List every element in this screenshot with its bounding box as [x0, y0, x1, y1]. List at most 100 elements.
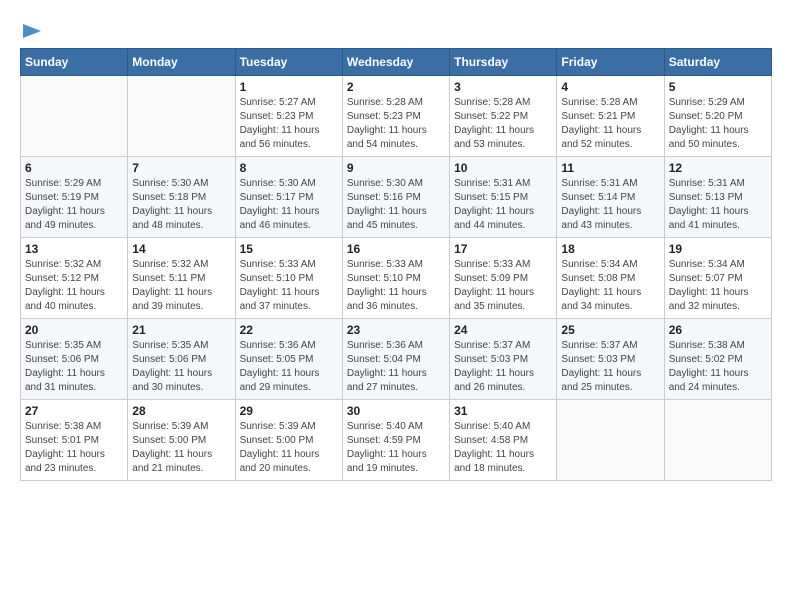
calendar-cell: 2 Sunrise: 5:28 AM Sunset: 5:23 PM Daylig…	[342, 76, 449, 157]
day-number: 18	[561, 242, 659, 256]
day-number: 1	[240, 80, 338, 94]
day-number: 16	[347, 242, 445, 256]
day-info: Sunrise: 5:27 AM Sunset: 5:23 PM Dayligh…	[240, 96, 338, 152]
calendar-cell: 6Sunrise: 5:29 AM Sunset: 5:19 PM Daylig…	[21, 157, 128, 238]
calendar-cell: 12 Sunrise: 5:31 AM Sunset: 5:13 PM Dayli…	[664, 157, 771, 238]
calendar-cell: 26 Sunrise: 5:38 AM Sunset: 5:02 PM Dayli…	[664, 319, 771, 400]
calendar-cell: 24 Sunrise: 5:37 AM Sunset: 5:03 PM Dayli…	[450, 319, 557, 400]
calendar-cell: 10 Sunrise: 5:31 AM Sunset: 5:15 PM Dayli…	[450, 157, 557, 238]
day-info: Sunrise: 5:35 AM Sunset: 5:06 PM Dayligh…	[132, 339, 230, 395]
day-info: Sunrise: 5:33 AM Sunset: 5:10 PM Dayligh…	[347, 258, 445, 314]
calendar-cell: 21 Sunrise: 5:35 AM Sunset: 5:06 PM Dayli…	[128, 319, 235, 400]
calendar-cell: 4 Sunrise: 5:28 AM Sunset: 5:21 PM Daylig…	[557, 76, 664, 157]
day-info: Sunrise: 5:38 AM Sunset: 5:01 PM Dayligh…	[25, 420, 123, 476]
day-info: Sunrise: 5:31 AM Sunset: 5:14 PM Dayligh…	[561, 177, 659, 233]
day-number: 4	[561, 80, 659, 94]
day-info: Sunrise: 5:30 AM Sunset: 5:18 PM Dayligh…	[132, 177, 230, 233]
calendar-cell: 28 Sunrise: 5:39 AM Sunset: 5:00 PM Dayli…	[128, 400, 235, 481]
calendar-cell: 5Sunrise: 5:29 AM Sunset: 5:20 PM Daylig…	[664, 76, 771, 157]
day-number: 12	[669, 161, 767, 175]
calendar-cell: 8Sunrise: 5:30 AM Sunset: 5:17 PM Daylig…	[235, 157, 342, 238]
day-info: Sunrise: 5:34 AM Sunset: 5:07 PM Dayligh…	[669, 258, 767, 314]
day-info: Sunrise: 5:37 AM Sunset: 5:03 PM Dayligh…	[454, 339, 552, 395]
day-info: Sunrise: 5:39 AM Sunset: 5:00 PM Dayligh…	[240, 420, 338, 476]
calendar-cell: 16 Sunrise: 5:33 AM Sunset: 5:10 PM Dayli…	[342, 238, 449, 319]
calendar-week-row: 6Sunrise: 5:29 AM Sunset: 5:19 PM Daylig…	[21, 157, 772, 238]
day-info: Sunrise: 5:30 AM Sunset: 5:17 PM Dayligh…	[240, 177, 338, 233]
day-info: Sunrise: 5:32 AM Sunset: 5:12 PM Dayligh…	[25, 258, 123, 314]
day-info: Sunrise: 5:33 AM Sunset: 5:09 PM Dayligh…	[454, 258, 552, 314]
day-number: 20	[25, 323, 123, 337]
weekday-header-saturday: Saturday	[664, 49, 771, 76]
calendar-cell: 19 Sunrise: 5:34 AM Sunset: 5:07 PM Dayli…	[664, 238, 771, 319]
day-number: 7	[132, 161, 230, 175]
day-info: Sunrise: 5:28 AM Sunset: 5:23 PM Dayligh…	[347, 96, 445, 152]
day-info: Sunrise: 5:31 AM Sunset: 5:13 PM Dayligh…	[669, 177, 767, 233]
calendar-cell: 14 Sunrise: 5:32 AM Sunset: 5:11 PM Dayli…	[128, 238, 235, 319]
calendar-cell	[128, 76, 235, 157]
day-info: Sunrise: 5:34 AM Sunset: 5:08 PM Dayligh…	[561, 258, 659, 314]
weekday-header-tuesday: Tuesday	[235, 49, 342, 76]
weekday-header-sunday: Sunday	[21, 49, 128, 76]
day-info: Sunrise: 5:31 AM Sunset: 5:15 PM Dayligh…	[454, 177, 552, 233]
calendar-cell: 11 Sunrise: 5:31 AM Sunset: 5:14 PM Dayli…	[557, 157, 664, 238]
calendar-cell: 20 Sunrise: 5:35 AM Sunset: 5:06 PM Dayli…	[21, 319, 128, 400]
page-header	[20, 20, 772, 38]
day-number: 14	[132, 242, 230, 256]
day-info: Sunrise: 5:40 AM Sunset: 4:59 PM Dayligh…	[347, 420, 445, 476]
day-number: 28	[132, 404, 230, 418]
day-info: Sunrise: 5:28 AM Sunset: 5:21 PM Dayligh…	[561, 96, 659, 152]
calendar-cell: 31 Sunrise: 5:40 AM Sunset: 4:58 PM Dayli…	[450, 400, 557, 481]
day-number: 5	[669, 80, 767, 94]
calendar-cell: 30 Sunrise: 5:40 AM Sunset: 4:59 PM Dayli…	[342, 400, 449, 481]
day-info: Sunrise: 5:37 AM Sunset: 5:03 PM Dayligh…	[561, 339, 659, 395]
calendar-week-row: 20 Sunrise: 5:35 AM Sunset: 5:06 PM Dayli…	[21, 319, 772, 400]
calendar-cell: 15 Sunrise: 5:33 AM Sunset: 5:10 PM Dayli…	[235, 238, 342, 319]
weekday-header-thursday: Thursday	[450, 49, 557, 76]
day-number: 6	[25, 161, 123, 175]
day-number: 30	[347, 404, 445, 418]
day-number: 3	[454, 80, 552, 94]
calendar-cell: 18 Sunrise: 5:34 AM Sunset: 5:08 PM Dayli…	[557, 238, 664, 319]
day-number: 11	[561, 161, 659, 175]
day-number: 21	[132, 323, 230, 337]
logo-arrow-icon	[21, 20, 43, 42]
calendar-cell: 7 Sunrise: 5:30 AM Sunset: 5:18 PM Daylig…	[128, 157, 235, 238]
weekday-header-wednesday: Wednesday	[342, 49, 449, 76]
day-number: 22	[240, 323, 338, 337]
calendar-cell	[664, 400, 771, 481]
day-number: 10	[454, 161, 552, 175]
calendar-week-row: 27Sunrise: 5:38 AM Sunset: 5:01 PM Dayli…	[21, 400, 772, 481]
calendar-cell: 3 Sunrise: 5:28 AM Sunset: 5:22 PM Daylig…	[450, 76, 557, 157]
day-info: Sunrise: 5:35 AM Sunset: 5:06 PM Dayligh…	[25, 339, 123, 395]
calendar-cell: 1 Sunrise: 5:27 AM Sunset: 5:23 PM Daylig…	[235, 76, 342, 157]
calendar-cell: 13 Sunrise: 5:32 AM Sunset: 5:12 PM Dayli…	[21, 238, 128, 319]
day-number: 24	[454, 323, 552, 337]
calendar-week-row: 13 Sunrise: 5:32 AM Sunset: 5:12 PM Dayli…	[21, 238, 772, 319]
day-info: Sunrise: 5:28 AM Sunset: 5:22 PM Dayligh…	[454, 96, 552, 152]
logo	[20, 20, 43, 38]
weekday-header-monday: Monday	[128, 49, 235, 76]
day-number: 15	[240, 242, 338, 256]
day-info: Sunrise: 5:36 AM Sunset: 5:05 PM Dayligh…	[240, 339, 338, 395]
day-info: Sunrise: 5:38 AM Sunset: 5:02 PM Dayligh…	[669, 339, 767, 395]
day-info: Sunrise: 5:39 AM Sunset: 5:00 PM Dayligh…	[132, 420, 230, 476]
day-info: Sunrise: 5:32 AM Sunset: 5:11 PM Dayligh…	[132, 258, 230, 314]
day-info: Sunrise: 5:33 AM Sunset: 5:10 PM Dayligh…	[240, 258, 338, 314]
day-number: 29	[240, 404, 338, 418]
calendar-table: SundayMondayTuesdayWednesdayThursdayFrid…	[20, 48, 772, 481]
day-number: 2	[347, 80, 445, 94]
calendar-cell: 22 Sunrise: 5:36 AM Sunset: 5:05 PM Dayli…	[235, 319, 342, 400]
day-number: 13	[25, 242, 123, 256]
day-info: Sunrise: 5:36 AM Sunset: 5:04 PM Dayligh…	[347, 339, 445, 395]
day-number: 9	[347, 161, 445, 175]
day-number: 31	[454, 404, 552, 418]
day-number: 25	[561, 323, 659, 337]
calendar-cell	[557, 400, 664, 481]
day-number: 26	[669, 323, 767, 337]
calendar-header-row: SundayMondayTuesdayWednesdayThursdayFrid…	[21, 49, 772, 76]
day-number: 19	[669, 242, 767, 256]
day-info: Sunrise: 5:40 AM Sunset: 4:58 PM Dayligh…	[454, 420, 552, 476]
calendar-cell: 9Sunrise: 5:30 AM Sunset: 5:16 PM Daylig…	[342, 157, 449, 238]
calendar-cell: 25 Sunrise: 5:37 AM Sunset: 5:03 PM Dayli…	[557, 319, 664, 400]
